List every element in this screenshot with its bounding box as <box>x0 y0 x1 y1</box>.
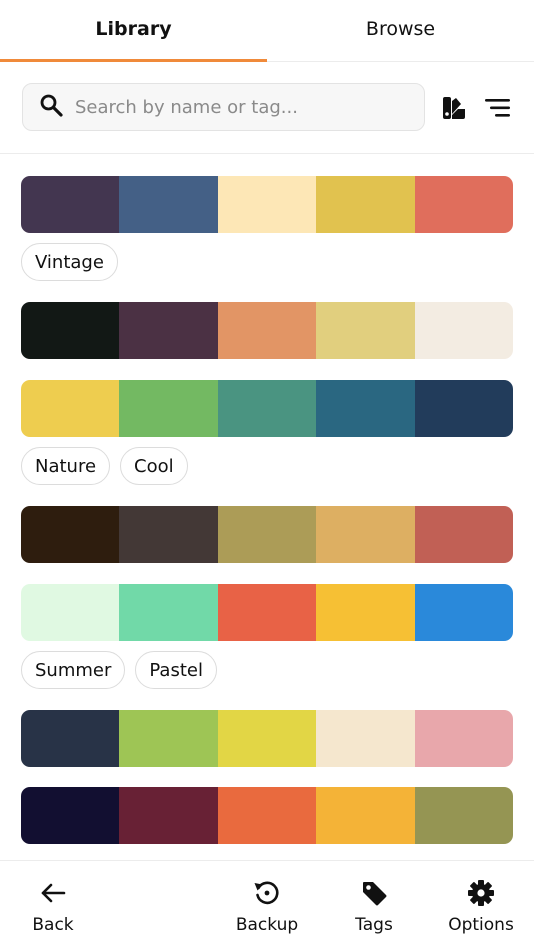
tab-bar: Library Browse <box>0 0 534 62</box>
palette-card[interactable] <box>21 506 513 563</box>
swatch-book-icon[interactable] <box>440 94 468 122</box>
palette-swatch <box>217 787 317 844</box>
back-button[interactable]: Back <box>22 861 84 950</box>
tag-chip[interactable]: Cool <box>120 447 188 485</box>
palette-swatch <box>21 584 120 641</box>
palette-swatch <box>414 787 513 844</box>
palette-swatch <box>21 710 120 767</box>
tab-browse[interactable]: Browse <box>267 0 534 61</box>
palette-swatch <box>21 380 120 437</box>
palette-swatch <box>316 787 415 844</box>
tag-chip[interactable]: Pastel <box>135 651 217 689</box>
palette-swatch <box>217 506 317 563</box>
palette-swatch <box>21 302 120 359</box>
palette-card[interactable] <box>21 176 513 233</box>
palette-card[interactable] <box>21 584 513 641</box>
palette-swatch <box>316 584 415 641</box>
backup-label: Backup <box>235 915 299 935</box>
palette-list: Vintage Nature Cool Summer Pastel <box>0 155 534 860</box>
tag-icon <box>360 877 388 909</box>
palette-swatch <box>217 380 317 437</box>
palette-swatch <box>316 380 415 437</box>
palette-swatch <box>217 584 317 641</box>
search-input[interactable] <box>75 96 395 118</box>
tag-row: Nature Cool <box>21 447 188 485</box>
bottom-nav: Back Backup Tags Options <box>0 860 534 950</box>
tag-chip[interactable]: Nature <box>21 447 111 485</box>
tags-button[interactable]: Tags <box>344 861 404 950</box>
palette-swatch <box>119 787 218 844</box>
palette-swatch <box>119 380 218 437</box>
arrow-left-icon <box>40 877 66 909</box>
palette-swatch <box>414 380 513 437</box>
gear-icon <box>467 877 495 909</box>
search-box[interactable] <box>22 83 425 131</box>
sort-lines-icon[interactable] <box>484 94 512 122</box>
back-label: Back <box>32 915 74 935</box>
palette-swatch <box>21 787 120 844</box>
tag-row: Vintage <box>21 243 118 281</box>
palette-swatch <box>316 176 415 233</box>
palette-swatch <box>414 710 513 767</box>
palette-swatch <box>119 710 218 767</box>
palette-swatch <box>414 302 513 359</box>
palette-card[interactable] <box>21 787 513 844</box>
search-toolbar <box>0 62 534 154</box>
tag-row: Summer Pastel <box>21 651 217 689</box>
palette-card[interactable] <box>21 710 513 767</box>
palette-swatch <box>21 506 120 563</box>
palette-swatch <box>119 302 218 359</box>
options-button[interactable]: Options <box>443 861 519 950</box>
palette-swatch <box>119 506 218 563</box>
tab-library[interactable]: Library <box>0 0 267 62</box>
palette-swatch <box>119 584 218 641</box>
palette-swatch <box>119 176 218 233</box>
palette-card[interactable] <box>21 380 513 437</box>
palette-swatch <box>21 176 120 233</box>
palette-swatch <box>316 710 415 767</box>
palette-swatch <box>217 302 317 359</box>
palette-swatch <box>316 302 415 359</box>
palette-swatch <box>316 506 415 563</box>
tag-chip[interactable]: Vintage <box>21 243 118 281</box>
search-icon <box>39 93 63 121</box>
palette-swatch <box>414 584 513 641</box>
backup-restore-icon <box>253 877 281 909</box>
tag-chip[interactable]: Summer <box>21 651 126 689</box>
palette-swatch <box>217 176 317 233</box>
palette-swatch <box>414 176 513 233</box>
backup-button[interactable]: Backup <box>232 861 302 950</box>
palette-card[interactable] <box>21 302 513 359</box>
palette-swatch <box>217 710 317 767</box>
options-label: Options <box>448 915 514 935</box>
tags-label: Tags <box>355 915 393 935</box>
palette-swatch <box>414 506 513 563</box>
